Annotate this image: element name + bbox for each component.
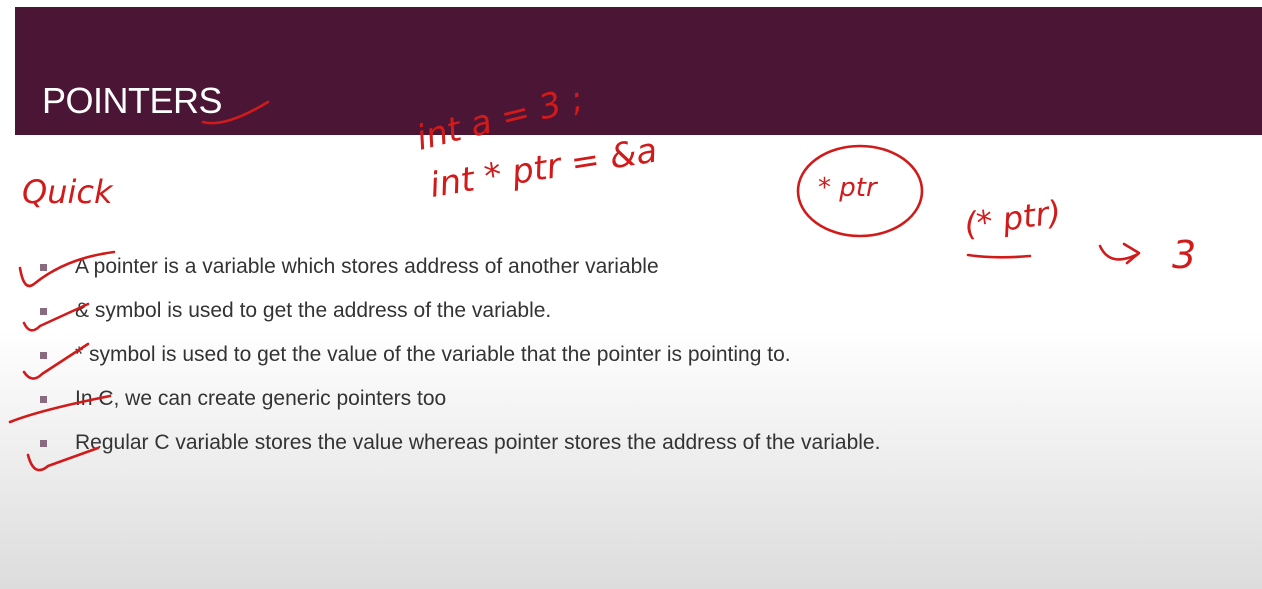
bullet-text: Regular C variable stores the value wher… xyxy=(75,431,881,454)
bullet-marker-icon xyxy=(40,395,47,403)
bullet-item: A pointer is a variable which stores add… xyxy=(40,251,659,283)
bullet-item: * symbol is used to get the value of the… xyxy=(40,339,791,371)
bullet-list: A pointer is a variable which stores add… xyxy=(0,0,1262,589)
bullet-text: In C, we can create generic pointers too xyxy=(75,387,447,410)
bullet-text: A pointer is a variable which stores add… xyxy=(75,255,659,278)
bullet-text: * symbol is used to get the value of the… xyxy=(75,343,791,366)
bullet-marker-icon xyxy=(40,307,47,315)
bullet-marker-icon xyxy=(40,263,47,271)
bullet-marker-icon xyxy=(40,351,47,359)
bullet-item: & symbol is used to get the address of t… xyxy=(40,295,551,327)
bullet-item: Regular C variable stores the value wher… xyxy=(40,427,880,459)
bullet-item: In C, we can create generic pointers too xyxy=(40,383,446,415)
bullet-marker-icon xyxy=(40,439,47,447)
bullet-text: & symbol is used to get the address of t… xyxy=(75,299,552,322)
